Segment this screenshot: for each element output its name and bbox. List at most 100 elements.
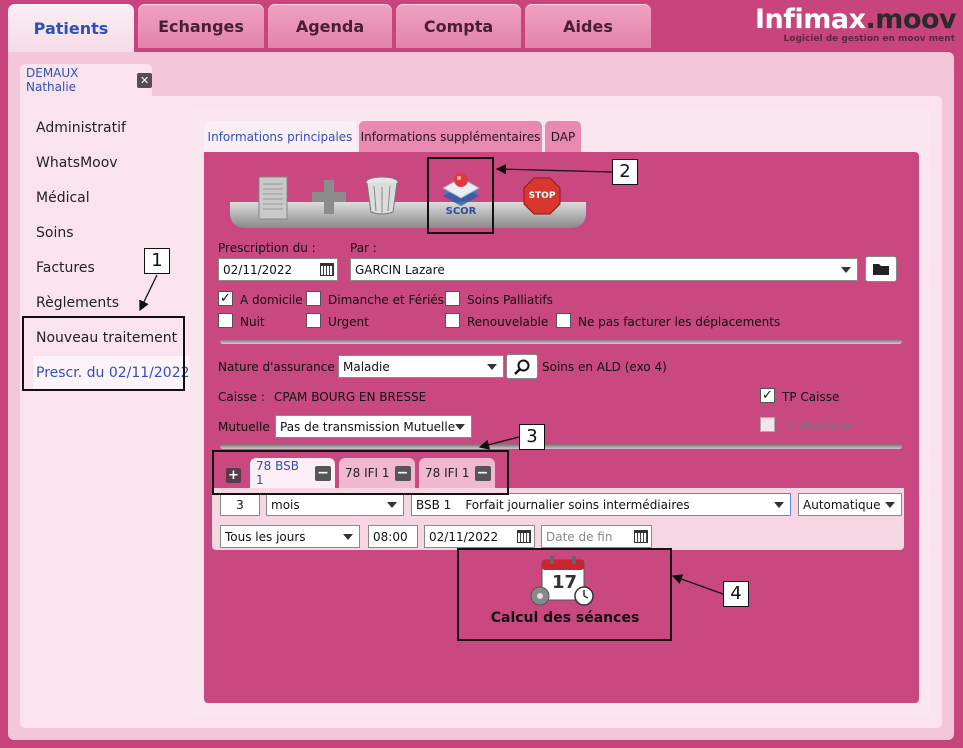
stop-icon[interactable]: STOP [522,176,562,216]
annotation-box-4 [457,548,672,641]
annotation-label-1: 1 [144,248,170,274]
logo-name-part2: .moov [865,4,957,35]
checkbox-urgent[interactable] [306,313,321,328]
unit-select[interactable]: mois [266,493,404,516]
annotation-label-3: 3 [519,424,545,450]
tab-compta[interactable]: Compta [396,4,521,48]
tab-aides-label: Aides [563,16,613,36]
search-button[interactable] [506,354,538,379]
annotation-label-4: 4 [723,581,749,607]
checkbox-ne-pas-facturer-deplacements-label: Ne pas facturer les déplacements [578,315,781,329]
acte-select[interactable]: BSB 1 Forfait journalier soins intermédia… [411,493,791,516]
prescription-date-field[interactable]: 02/11/2022 [218,258,338,281]
time-field[interactable]: 08:00 [368,525,418,548]
tab-echanges-label: Echanges [158,16,244,36]
acte-label: Forfait journalier soins intermédiaires [465,497,690,512]
checkbox-ne-pas-facturer-deplacements[interactable] [556,313,571,328]
annotation-box-2 [427,157,494,234]
logo-name-part1: Infimax [755,4,866,35]
frequency-select[interactable]: Tous les jours [220,525,360,548]
calendar-icon[interactable] [634,530,648,543]
nature-assurance-value: Maladie [343,359,390,374]
par-label: Par : [350,241,377,255]
prescription-date-label: Prescription du : [218,241,316,255]
annotation-box-1 [22,316,185,391]
add-icon[interactable] [310,178,348,216]
acte-code: BSB 1 [416,497,452,512]
top-navigation-bar: Patients Echanges Agenda Compta Aides In… [0,0,963,52]
checkbox-nuit[interactable] [218,313,233,328]
separator [220,444,902,449]
folder-icon [873,264,889,275]
patient-name: DEMAUX Nathalie [26,66,79,94]
checkbox-dimanche-feries-label: Dimanche et Fériés [328,293,445,307]
chevron-down-icon [455,424,465,430]
subtab-informations-supplementaires[interactable]: Informations supplémentaires [359,121,542,152]
mutuelle-value: Pas de transmission Mutuelle [280,419,456,434]
tab-patients-label: Patients [33,18,109,38]
annotation-box-3 [212,450,509,495]
mode-select[interactable]: Automatique [798,493,902,516]
close-icon[interactable]: ✕ [137,72,152,88]
ald-text: Soins en ALD (exo 4) [542,360,667,374]
mutuelle-select[interactable]: Pas de transmission Mutuelle [275,415,472,438]
subtab-dap[interactable]: DAP [545,121,581,152]
nature-assurance-label: Nature d'assurance : [218,360,343,374]
menu-item-medical[interactable]: Médical [36,190,90,206]
chevron-down-icon [841,267,851,273]
nature-assurance-select[interactable]: Maladie [338,355,504,378]
checkbox-urgent-label: Urgent [328,315,369,329]
menu-item-soins[interactable]: Soins [36,225,74,241]
trash-icon[interactable] [362,174,402,216]
checkbox-soins-palliatifs-label: Soins Palliatifs [467,293,553,307]
stop-label: STOP [528,191,556,201]
subtab-informations-supplementaires-label: Informations supplémentaires [360,129,541,144]
mode-value: Automatique [803,497,881,512]
checkbox-renouvelable-label: Renouvelable [467,315,549,329]
checkbox-tp-caisse[interactable]: ✓ [760,388,775,403]
menu-item-factures[interactable]: Factures [36,260,95,276]
end-date-field[interactable]: Date de fin [541,525,652,548]
chevron-down-icon [885,502,895,508]
tab-patients[interactable]: Patients [8,4,134,52]
tab-aides[interactable]: Aides [525,4,651,48]
quantity-value: 3 [236,497,244,512]
start-date-value: 02/11/2022 [429,529,499,544]
logo-tagline: Logiciel de gestion en moov ment [783,34,955,44]
menu-item-administratif[interactable]: Administratif [36,120,126,136]
chevron-down-icon [487,364,497,370]
document-icon[interactable] [256,176,290,220]
calendar-icon[interactable] [517,530,531,543]
checkbox-a-domicile[interactable]: ✓ [218,291,233,306]
tab-compta-label: Compta [423,16,494,36]
chevron-down-icon [774,502,784,508]
chevron-down-icon [343,534,353,540]
chevron-down-icon [387,502,397,508]
prescripteur-select[interactable]: GARCIN Lazare [350,258,858,281]
tab-agenda[interactable]: Agenda [268,4,392,48]
checkbox-renouvelable[interactable] [445,313,460,328]
search-icon [514,359,530,375]
calendar-icon[interactable] [320,263,334,276]
frequency-value: Tous les jours [225,529,306,544]
folder-button[interactable] [865,256,897,282]
logo-name: Infimax.moov [755,4,957,36]
checkbox-dimanche-feries[interactable] [306,291,321,306]
unit-value: mois [271,497,300,512]
patient-tab[interactable]: DEMAUX Nathalie ✕ [20,64,152,96]
mutuelle-label: Mutuelle : [218,420,278,434]
menu-item-reglements[interactable]: Règlements [36,295,119,311]
subtab-informations-principales[interactable]: Informations principales [204,121,356,152]
checkbox-tp-caisse-label: TP Caisse [782,390,840,404]
tab-echanges[interactable]: Echanges [138,4,264,48]
start-date-field[interactable]: 02/11/2022 [424,525,535,548]
separator [220,339,902,344]
time-value: 08:00 [373,529,408,544]
menu-item-whatsmoov[interactable]: WhatsMoov [36,155,118,171]
checkbox-soins-palliatifs[interactable] [445,291,460,306]
caisse-label: Caisse : [218,390,265,404]
quantity-field[interactable]: 3 [220,493,260,516]
tab-agenda-label: Agenda [295,16,365,36]
annotation-label-2: 2 [612,159,638,185]
checkbox-tp-mutuelle[interactable] [760,417,775,432]
